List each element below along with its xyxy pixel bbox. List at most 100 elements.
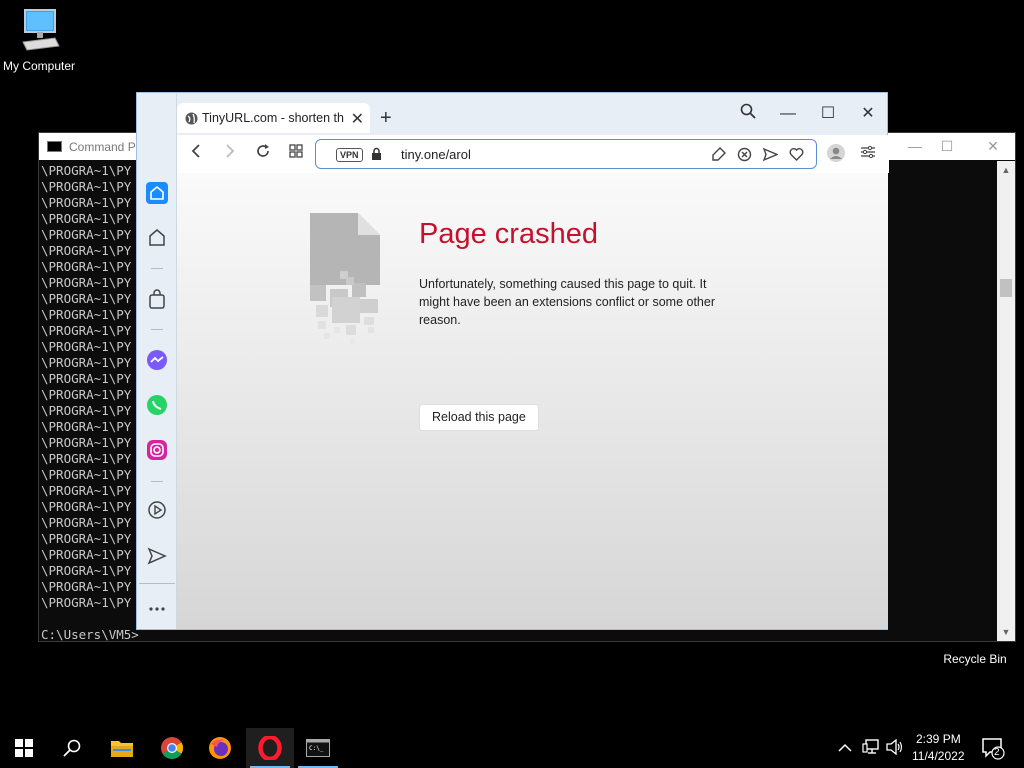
easy-setup-icon[interactable] <box>857 143 879 165</box>
shopping-icon[interactable] <box>145 287 169 311</box>
heart-icon[interactable] <box>789 147 804 167</box>
reload-icon[interactable] <box>252 143 274 165</box>
home-icon[interactable] <box>145 181 169 205</box>
back-button[interactable] <box>185 143 207 165</box>
show-hidden-icons-icon[interactable] <box>838 740 852 758</box>
close-button[interactable]: ✕ <box>855 103 881 125</box>
scroll-thumb[interactable] <box>1000 279 1012 297</box>
cmd-output-line: \PROGRA~1\PY <box>41 563 132 578</box>
lock-icon[interactable] <box>371 147 382 166</box>
cmd-output-line: \PROGRA~1\PY <box>41 371 132 386</box>
cmd-output-line: \PROGRA~1\PY <box>41 515 132 530</box>
cmd-output-line: \PROGRA~1\PY <box>41 387 132 402</box>
tab-close-icon[interactable]: ✕ <box>351 109 364 129</box>
cmd-maximize-button[interactable]: ☐ <box>937 137 957 155</box>
file-explorer-icon[interactable] <box>98 728 146 768</box>
cmd-output-line: \PROGRA~1\PY <box>41 275 132 290</box>
cmd-output-line: \PROGRA~1\PY <box>41 339 132 354</box>
clock-date[interactable]: 11/4/2022 <box>912 749 965 763</box>
cmd-output-line: \PROGRA~1\PY <box>41 195 132 210</box>
tab-title: TinyURL.com - shorten that long URL <box>202 111 344 125</box>
cmd-icon[interactable]: C:\_ <box>294 728 342 768</box>
globe-icon <box>185 112 198 130</box>
cmd-output-line: \PROGRA~1\PY <box>41 355 132 370</box>
player-icon[interactable] <box>145 498 169 522</box>
scroll-up-arrow[interactable]: ▲ <box>997 165 1015 175</box>
sidebar-separator <box>151 329 163 330</box>
maximize-button[interactable]: ☐ <box>815 103 841 125</box>
start-icon[interactable] <box>0 728 48 768</box>
crash-title: Page crashed <box>419 218 598 250</box>
reload-page-button[interactable]: Reload this page <box>419 404 539 431</box>
cmd-icon <box>47 141 62 152</box>
send-to-icon[interactable] <box>762 147 779 167</box>
cmd-scrollbar[interactable]: ▲ ▼ <box>997 161 1015 641</box>
profile-icon[interactable] <box>825 143 847 165</box>
address-bar[interactable]: VPN tiny.one/arol <box>315 139 817 169</box>
forward-button[interactable] <box>219 143 241 165</box>
cmd-output-line: \PROGRA~1\PY <box>41 579 132 594</box>
block-ads-icon[interactable] <box>737 147 752 167</box>
cmd-output-line: \PROGRA~1\PY <box>41 323 132 338</box>
opera-icon[interactable] <box>246 728 294 768</box>
firefox-icon[interactable] <box>196 728 244 768</box>
url-text[interactable]: tiny.one/arol <box>401 147 471 162</box>
crashed-document-icon <box>310 213 382 353</box>
whatsapp-icon[interactable] <box>145 393 169 417</box>
taskbar: C:\_ 2:39 PM 11/4/2022 2 <box>0 728 1024 768</box>
cmd-prompt[interactable]: C:\Users\VM5> <box>41 627 139 642</box>
minimize-button[interactable]: — <box>775 103 801 125</box>
cmd-output-line: \PROGRA~1\PY <box>41 227 132 242</box>
opera-window[interactable]: TinyURL.com - shorten that long URL ✕ + … <box>136 92 889 630</box>
cmd-minimize-button[interactable]: — <box>905 137 925 155</box>
search-icon[interactable] <box>48 728 96 768</box>
navigation-bar: VPN tiny.one/arol <box>177 135 889 173</box>
send-icon[interactable] <box>145 544 169 568</box>
recycle-bin-label: Recycle Bin <box>943 652 1007 666</box>
tab-tinyurl[interactable]: TinyURL.com - shorten that long URL ✕ <box>177 103 370 133</box>
desktop-icon-my-computer[interactable]: My Computer <box>0 8 84 73</box>
cmd-output-line: \PROGRA~1\PY <box>41 179 132 194</box>
cmd-output-line: \PROGRA~1\PY <box>41 291 132 306</box>
sidebar-separator <box>151 481 163 482</box>
tabs-grid-icon[interactable] <box>285 143 307 165</box>
snapshot-icon[interactable] <box>711 147 726 167</box>
network-icon[interactable] <box>862 739 880 760</box>
volume-icon[interactable] <box>886 738 904 760</box>
cmd-output-line: \PROGRA~1\PY <box>41 243 132 258</box>
sidebar-separator <box>139 583 175 584</box>
scroll-down-arrow[interactable]: ▼ <box>997 627 1015 637</box>
cmd-output-line: \PROGRA~1\PY <box>41 531 132 546</box>
chrome-icon[interactable] <box>148 728 196 768</box>
cmd-output-line: \PROGRA~1\PY <box>41 483 132 498</box>
more-icon[interactable] <box>145 597 169 621</box>
cmd-output-line: \PROGRA~1\PY <box>41 163 132 178</box>
cmd-output: \PROGRA~1\PY \PROGRA~1\PY \PROGRA~1\PY \PRO… <box>41 163 131 611</box>
cmd-output-line: \PROGRA~1\PY <box>41 211 132 226</box>
cmd-output-line: \PROGRA~1\PY <box>41 467 132 482</box>
search-tabs-icon[interactable] <box>735 103 761 125</box>
cmd-output-line: \PROGRA~1\PY <box>41 307 132 322</box>
cmd-output-line: \PROGRA~1\PY <box>41 451 132 466</box>
messenger-icon[interactable] <box>145 348 169 372</box>
cmd-output-line: \PROGRA~1\PY <box>41 499 132 514</box>
cmd-output-line: \PROGRA~1\PY <box>41 259 132 274</box>
cmd-close-button[interactable]: ✕ <box>983 137 1003 155</box>
new-tab-button[interactable]: + <box>380 107 392 130</box>
svg-text:C:\_: C:\_ <box>309 745 324 752</box>
cmd-output-line: \PROGRA~1\PY <box>41 435 132 450</box>
vpn-badge[interactable]: VPN <box>336 148 363 162</box>
crash-message: Unfortunately, something caused this pag… <box>419 277 716 327</box>
opera-sidebar <box>137 93 177 629</box>
opera-topbar: TinyURL.com - shorten that long URL ✕ + … <box>137 93 889 173</box>
my-computer-label: My Computer <box>2 59 76 73</box>
cmd-output-line: \PROGRA~1\PY <box>41 419 132 434</box>
cmd-output-line: \PROGRA~1\PY <box>41 595 132 610</box>
cmd-output-line: \PROGRA~1\PY <box>41 403 132 418</box>
cmd-title: Command P <box>69 140 136 154</box>
instagram-icon[interactable] <box>145 438 169 462</box>
bookmarks-icon[interactable] <box>145 226 169 250</box>
clock-time[interactable]: 2:39 PM <box>916 732 961 746</box>
sidebar-separator <box>151 268 163 269</box>
cmd-output-line: \PROGRA~1\PY <box>41 547 132 562</box>
